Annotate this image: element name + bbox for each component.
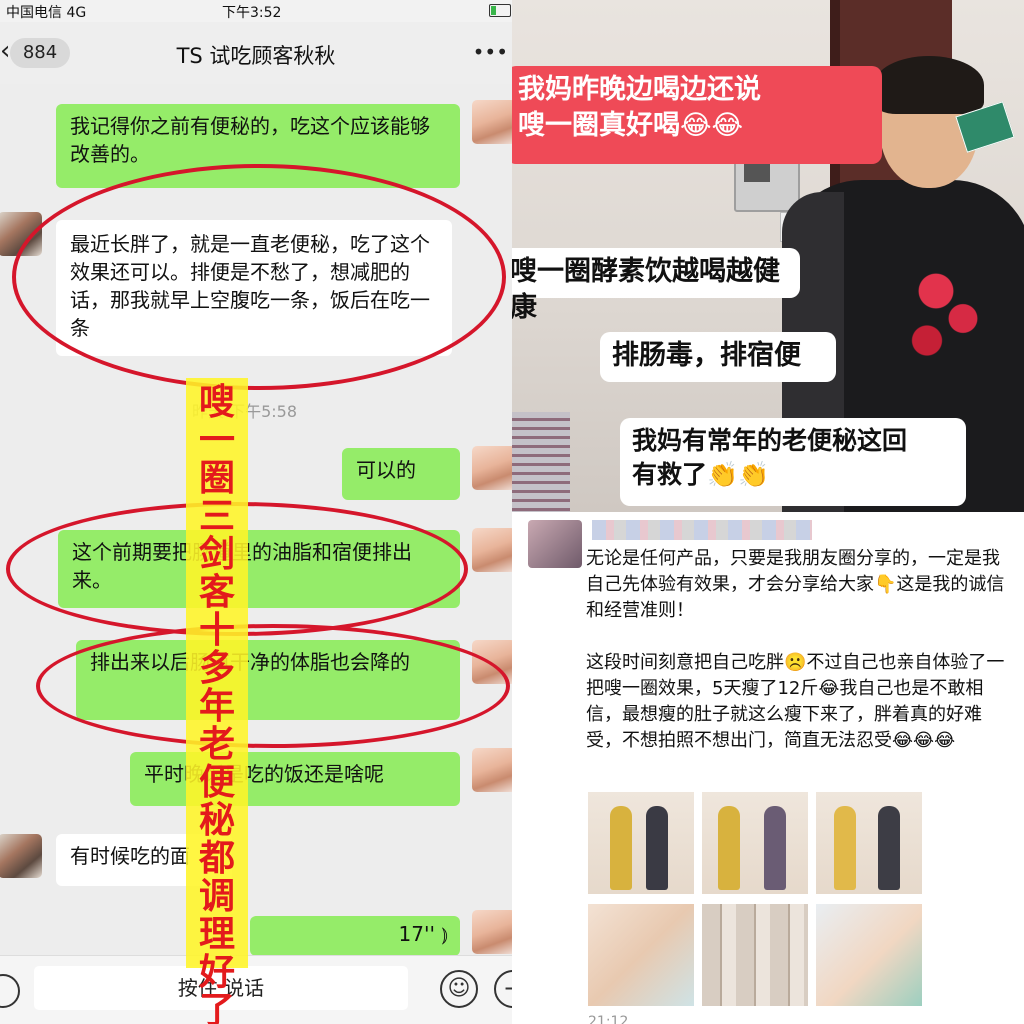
caption-white: 嗖一圈酵素饮越喝越健康: [512, 248, 800, 323]
caption-line: 我妈有常年的老便秘这回: [632, 426, 908, 455]
voice-message[interactable]: 17'' ⦆: [250, 916, 460, 956]
voice-wave-icon: ⦆: [441, 922, 448, 946]
message-bubble-outgoing[interactable]: 可以的: [342, 448, 460, 500]
product-photo: 我妈昨晚边喝边还说 嗖一圈真好喝😂😂 嗖一圈酵素饮越喝越健康 排肠毒，排宿便 我…: [512, 0, 1024, 512]
photo-thumbnail[interactable]: [816, 792, 922, 894]
moments-post: 无论是任何产品，只要是我朋友圈分享的，一定是我自己先体验有效果，才会分享给大家👇…: [512, 512, 1024, 1024]
poster-name-blurred: [592, 520, 812, 540]
photo-thumbnail[interactable]: [588, 904, 694, 1006]
chat-header: ‹ 884 TS 试吃顾客秋秋 •••: [0, 22, 512, 84]
chat-title: TS 试吃顾客秋秋: [176, 44, 336, 68]
message-text: 平时晚饭是吃的饭还是啥呢: [144, 762, 384, 786]
message-text: 有时候吃的面: [70, 844, 190, 868]
battery-icon: [489, 4, 511, 17]
highlight-ring: [36, 624, 510, 748]
my-avatar[interactable]: [472, 446, 512, 490]
post-time: 21:12: [588, 1014, 629, 1024]
poster-avatar[interactable]: [528, 520, 582, 568]
input-bar: 按住 说话 ☺ +: [0, 955, 512, 1024]
status-bar: 中国电信 4G 下午3:52: [0, 0, 512, 22]
highlight-ring: [12, 164, 506, 390]
carrier-label: 中国电信 4G: [6, 5, 87, 21]
plus-icon[interactable]: +: [494, 970, 512, 1008]
my-avatar[interactable]: [472, 910, 512, 954]
voice-icon[interactable]: [0, 974, 20, 1008]
photo-thumbnail[interactable]: [702, 792, 808, 894]
my-avatar[interactable]: [472, 528, 512, 572]
caption-line: 有救了👏👏: [632, 460, 770, 489]
voice-duration: 17'': [398, 922, 435, 946]
chat-screenshot: 中国电信 4G 下午3:52 ‹ 884 TS 试吃顾客秋秋 ••• 我记得你之…: [0, 0, 512, 1024]
clock: 下午3:52: [222, 5, 282, 21]
caption-white: 我妈有常年的老便秘这回 有救了👏👏: [620, 418, 966, 506]
my-avatar[interactable]: [472, 100, 512, 144]
caption-line: 嗖一圈真好喝😂😂: [518, 110, 744, 141]
contact-avatar[interactable]: [0, 834, 42, 878]
product-packets: [512, 412, 570, 512]
message-text: 可以的: [356, 458, 416, 482]
caption-line: 我妈昨晚边喝边还说: [518, 74, 761, 105]
caption-red: 我妈昨晚边喝边还说 嗖一圈真好喝😂😂: [512, 66, 882, 164]
message-bubble-outgoing[interactable]: 平时晚饭是吃的饭还是啥呢: [130, 752, 460, 806]
smiley-icon[interactable]: ☺: [440, 970, 478, 1008]
ellipsis-icon[interactable]: •••: [473, 40, 508, 64]
caption-white: 排肠毒，排宿便: [600, 332, 836, 382]
photo-thumbnail[interactable]: [702, 904, 808, 1006]
photo-thumbnail[interactable]: [588, 792, 694, 894]
woman-hair: [874, 56, 984, 114]
vertical-slogan: 嗖一圈三剑客十多年老便秘都调理好了: [198, 382, 235, 1024]
post-text: 无论是任何产品，只要是我朋友圈分享的，一定是我自己先体验有效果，才会分享给大家👇…: [586, 548, 1005, 751]
photo-thumbnail[interactable]: [816, 904, 922, 1006]
my-avatar[interactable]: [472, 748, 512, 792]
message-text: 我记得你之前有便秘的，吃这个应该能够改善的。: [70, 114, 430, 166]
rose-pattern: [900, 258, 990, 368]
